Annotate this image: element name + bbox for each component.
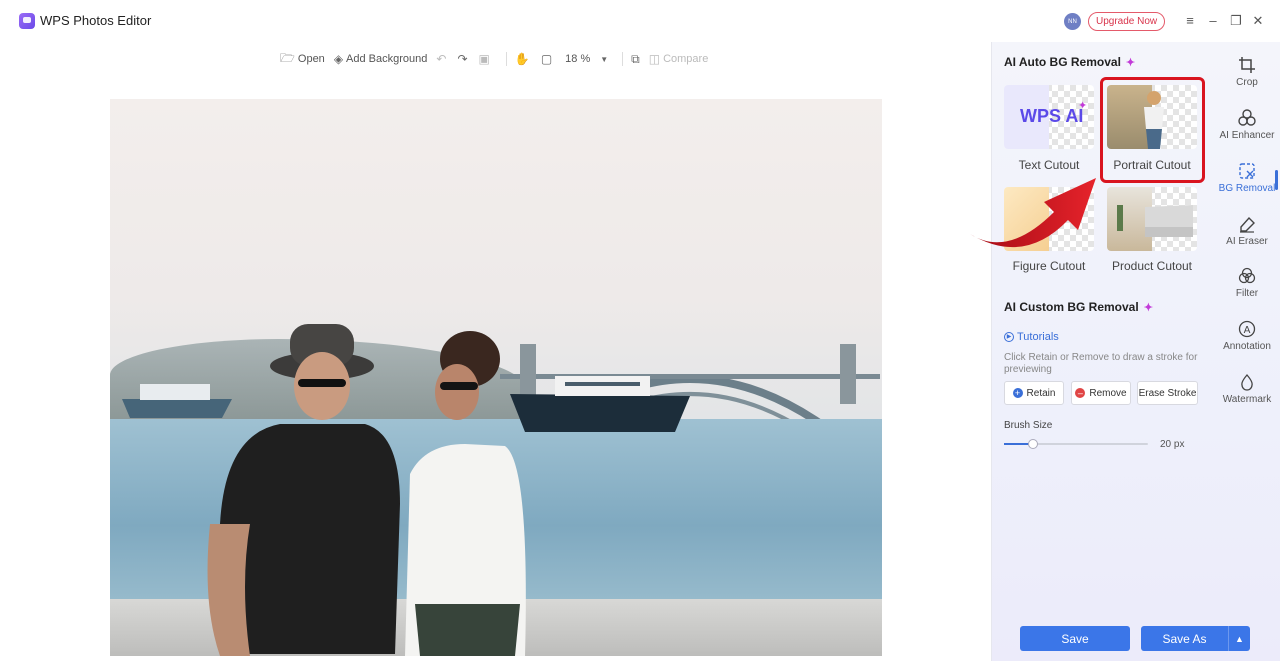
rail-ai-eraser[interactable]: AI Eraser [1214, 215, 1280, 247]
sparkle-icon: ✦ [1078, 100, 1088, 112]
tutorials-link[interactable]: ▶ Tutorials [1004, 331, 1059, 343]
open-icon: 🗁 [280, 50, 295, 65]
red-arrow-annotation [970, 178, 1096, 248]
upgrade-now-button[interactable]: Upgrade Now [1088, 12, 1166, 31]
auto-bg-removal-title: AI Auto BG Removal ✦ [1004, 55, 1135, 69]
crop-icon [1239, 57, 1255, 73]
sofa-icon [1117, 205, 1193, 237]
title-bar: WPS Photos Editor NN Upgrade Now ≡ – ❐ ✕ [0, 0, 1280, 42]
text-cutout-option[interactable]: WPS AI ✦ [1004, 85, 1094, 149]
remove-label: Remove [1089, 387, 1127, 399]
user-avatar[interactable]: NN [1064, 13, 1081, 30]
plus-icon: + [1012, 388, 1023, 398]
zoom-dropdown-icon[interactable]: ▼ [600, 55, 608, 64]
editor-toolbar: 🗁 Open ◈ Add Background ↶ ↷ ▣ ✋ ▢ 18 % ▼… [280, 50, 717, 68]
fit-icon[interactable]: ▢ [541, 52, 552, 66]
product-cutout-option[interactable] [1107, 187, 1197, 251]
compare-label: Compare [663, 53, 709, 65]
svg-text:A: A [1244, 325, 1251, 336]
open-button[interactable]: 🗁 Open [280, 49, 325, 70]
rail-crop[interactable]: Crop [1214, 56, 1280, 88]
open-label: Open [297, 53, 325, 65]
rail-annotation[interactable]: A Annotation [1214, 320, 1280, 352]
tutorials-label: Tutorials [1017, 331, 1059, 343]
text-cutout-label: Text Cutout [1018, 158, 1080, 172]
rail-bg-removal[interactable]: BG Removal [1214, 162, 1280, 194]
portrait-cutout-highlight [1100, 77, 1205, 183]
rail-active-indicator [1275, 170, 1278, 190]
restore-icon[interactable]: ❐ [1228, 13, 1244, 29]
close-icon[interactable]: ✕ [1250, 13, 1266, 29]
save-as-button[interactable]: Save As [1141, 626, 1228, 651]
rail-annotation-label: Annotation [1223, 341, 1271, 352]
rail-crop-label: Crop [1236, 77, 1258, 88]
rail-filter[interactable]: Filter [1214, 267, 1280, 299]
stroke-hint: Click Retain or Remove to draw a stroke … [1004, 352, 1198, 375]
brush-slider-handle[interactable] [1027, 439, 1038, 449]
watermark-icon [1241, 374, 1253, 391]
toolbar-divider [505, 52, 507, 66]
save-options-dropdown[interactable]: ▲ [1228, 626, 1250, 651]
brush-size-label: Brush Size [1004, 420, 1053, 431]
annotation-icon: A [1238, 320, 1256, 338]
rail-bg-removal-label: BG Removal [1218, 183, 1276, 194]
minimize-icon[interactable]: – [1205, 13, 1221, 28]
undo-icon[interactable]: ↶ [436, 52, 446, 66]
image-icon[interactable]: ▣ [479, 52, 490, 66]
app-logo-icon [19, 13, 35, 29]
zoom-value[interactable]: 18 % [565, 53, 590, 65]
chevron-up-icon: ▲ [1235, 633, 1244, 644]
retain-button[interactable]: + Retain [1004, 381, 1064, 405]
custom-bg-removal-label: AI Custom BG Removal [1004, 300, 1139, 314]
toolbar-divider [622, 52, 624, 66]
product-cutout-label: Product Cutout [1111, 259, 1193, 273]
retain-label: Retain [1026, 387, 1056, 399]
rail-ai-eraser-label: AI Eraser [1226, 236, 1268, 247]
rail-ai-enhancer[interactable]: AI Enhancer [1214, 109, 1280, 141]
brush-size-value: 20 px [1160, 439, 1185, 450]
erase-stroke-button[interactable]: Erase Stroke [1137, 381, 1198, 405]
rail-watermark[interactable]: Watermark [1214, 373, 1280, 405]
brush-size-slider[interactable] [1004, 439, 1148, 449]
add-background-button[interactable]: ◈ Add Background [334, 52, 428, 66]
sparkle-icon: ✦ [1125, 57, 1136, 69]
filter-icon [1238, 267, 1256, 284]
minus-icon: – [1075, 388, 1086, 398]
rail-filter-label: Filter [1235, 288, 1259, 299]
auto-bg-removal-label: AI Auto BG Removal [1004, 55, 1121, 69]
remove-button[interactable]: – Remove [1071, 381, 1131, 405]
rail-watermark-label: Watermark [1222, 394, 1272, 405]
eraser-icon [1240, 216, 1255, 233]
bg-removal-icon [1239, 163, 1255, 179]
wps-ai-thumb-text: WPS AI [1020, 106, 1084, 126]
menu-icon[interactable]: ≡ [1182, 13, 1198, 28]
add-background-icon: ◈ [333, 52, 344, 66]
compare-button[interactable]: ◫ Compare [649, 52, 709, 66]
add-background-label: Add Background [346, 53, 428, 65]
photo-canvas[interactable] [110, 99, 882, 656]
ai-enhancer-icon [1238, 109, 1256, 126]
photo-woman [405, 331, 526, 656]
copy-icon[interactable]: ⧉ [631, 52, 640, 67]
rail-ai-enhancer-label: AI Enhancer [1219, 130, 1275, 141]
save-button[interactable]: Save [1020, 626, 1130, 651]
compare-icon: ◫ [648, 52, 661, 66]
hand-icon[interactable]: ✋ [515, 52, 530, 66]
redo-icon[interactable]: ↷ [457, 52, 467, 66]
play-icon: ▶ [1004, 332, 1014, 342]
custom-bg-removal-title: AI Custom BG Removal ✦ [1004, 300, 1153, 314]
sparkle-icon: ✦ [1143, 302, 1153, 314]
erase-stroke-label: Erase Stroke [1138, 387, 1197, 399]
figure-cutout-label: Figure Cutout [1012, 259, 1086, 273]
app-title: WPS Photos Editor [40, 13, 152, 28]
